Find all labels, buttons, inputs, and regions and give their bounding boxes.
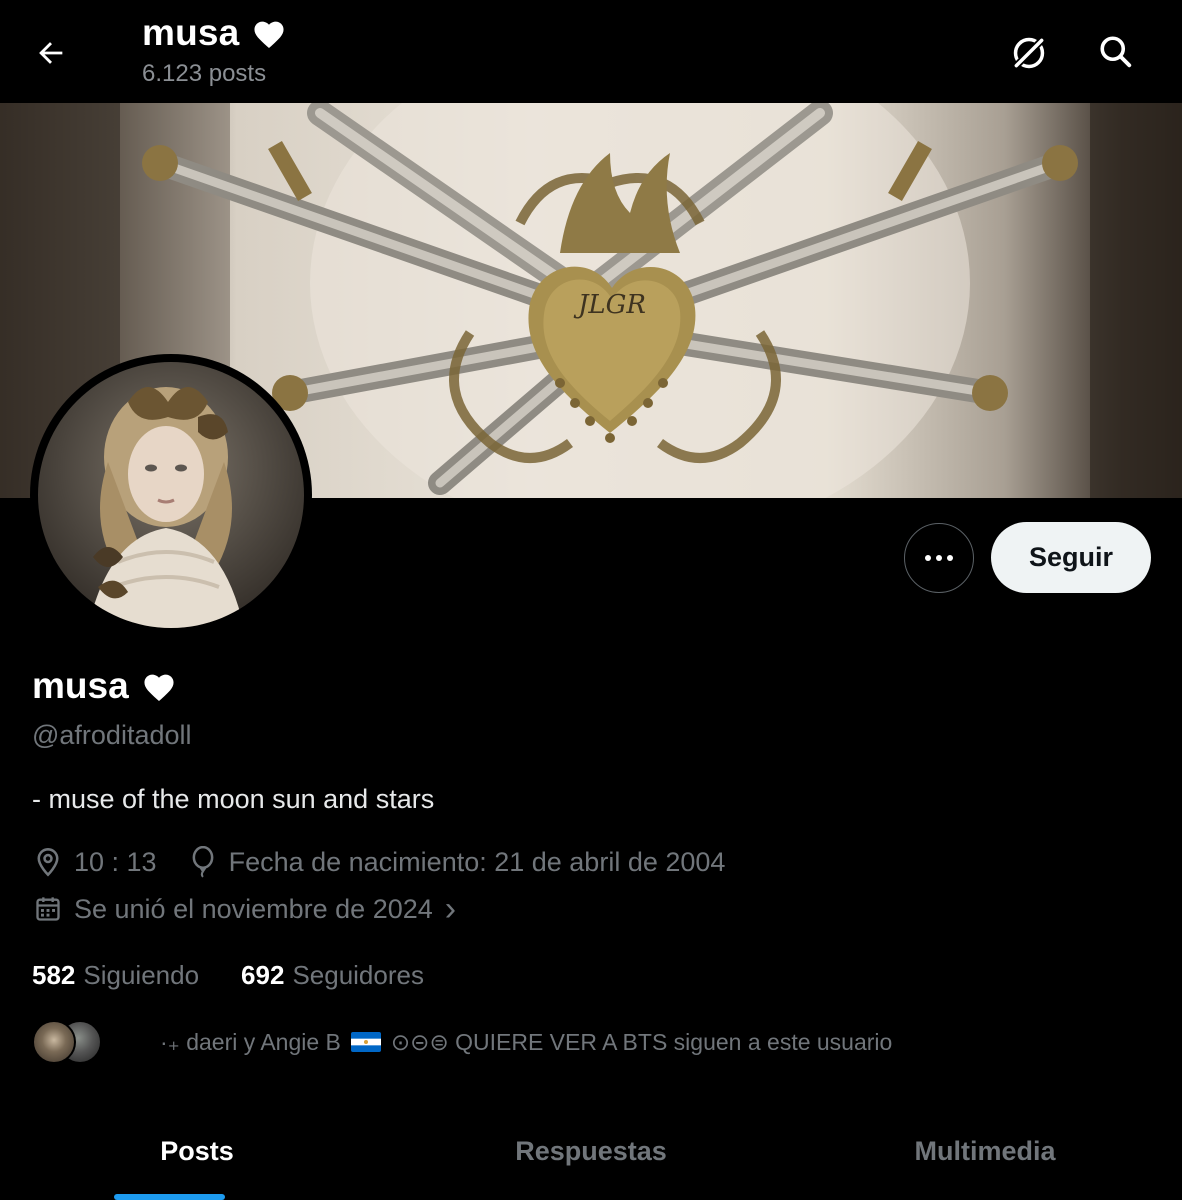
following-count: 582 <box>32 960 76 990</box>
known-followers-text: ·₊ daeri y Angie B <box>160 1028 341 1055</box>
profile-joined-row[interactable]: Se unió el noviembre de 2024 › <box>32 892 456 926</box>
profile-joined: Se unió el noviembre de 2024 <box>74 893 433 924</box>
profile-meta-row: 10 : 13 Fecha de nacimiento: 21 de abril… <box>32 846 725 878</box>
location-pin-icon <box>32 846 64 878</box>
known-followers[interactable]: ·₊ daeri y Angie B ⊙⊝⊜ QUIERE VER A BTS … <box>32 1020 892 1064</box>
profile-handle: @afroditadoll <box>32 720 192 750</box>
profile-bio: - muse of the moon sun and stars <box>32 784 435 814</box>
more-options-button[interactable] <box>904 523 974 593</box>
heart-icon <box>144 674 174 701</box>
profile-name: musa <box>32 665 129 706</box>
avatar <box>32 1020 76 1064</box>
calendar-icon <box>32 893 64 925</box>
svg-text:JLGR: JLGR <box>573 290 646 320</box>
arrow-left-icon <box>39 42 63 64</box>
profile-tabs: Posts Respuestas Multimedia <box>0 1120 1182 1200</box>
tab-replies[interactable]: Respuestas <box>394 1120 788 1200</box>
profile-location: 10 : 13 <box>74 846 157 877</box>
following-stat[interactable]: 582 Siguiendo <box>32 960 199 991</box>
followers-stat[interactable]: 692 Seguidores <box>241 960 424 991</box>
search-button[interactable] <box>1090 26 1140 76</box>
post-count: 6.123 posts <box>142 60 267 87</box>
top-bar: musa 6.123 posts <box>0 0 1182 103</box>
active-tab-indicator <box>114 1194 225 1200</box>
following-label: Siguiendo <box>83 960 200 990</box>
header-title: musa <box>142 12 240 53</box>
known-follower-avatars <box>32 1020 104 1064</box>
follow-button[interactable]: Seguir <box>991 522 1151 593</box>
balloon-icon <box>187 846 219 878</box>
profile-avatar[interactable] <box>30 354 312 636</box>
known-followers-text-rest: ⊙⊝⊜ QUIERE VER A BTS siguen a este usuar… <box>390 1028 893 1055</box>
tab-posts[interactable]: Posts <box>0 1120 394 1200</box>
grok-button[interactable] <box>1004 28 1054 78</box>
grok-icon <box>1012 36 1046 70</box>
search-icon <box>1100 36 1132 68</box>
nicaragua-flag-icon <box>350 1032 381 1052</box>
profile-name-row: musa <box>32 665 177 707</box>
tab-label: Multimedia <box>914 1136 1056 1166</box>
followers-label: Seguidores <box>292 960 424 990</box>
tab-label: Posts <box>160 1136 234 1166</box>
tab-label: Respuestas <box>515 1136 667 1166</box>
avatar-image <box>38 362 304 628</box>
tab-media[interactable]: Multimedia <box>788 1120 1182 1200</box>
more-dots-icon <box>925 555 953 561</box>
header-title-block: musa 6.123 posts <box>142 12 287 88</box>
followers-count: 692 <box>241 960 285 990</box>
heart-icon <box>254 21 285 48</box>
chevron-right-icon: › <box>444 890 457 928</box>
back-button[interactable] <box>26 28 76 78</box>
profile-birthday: Fecha de nacimiento: 21 de abril de 2004 <box>228 846 726 877</box>
follow-stats: 582 Siguiendo 692 Seguidores <box>32 960 424 991</box>
